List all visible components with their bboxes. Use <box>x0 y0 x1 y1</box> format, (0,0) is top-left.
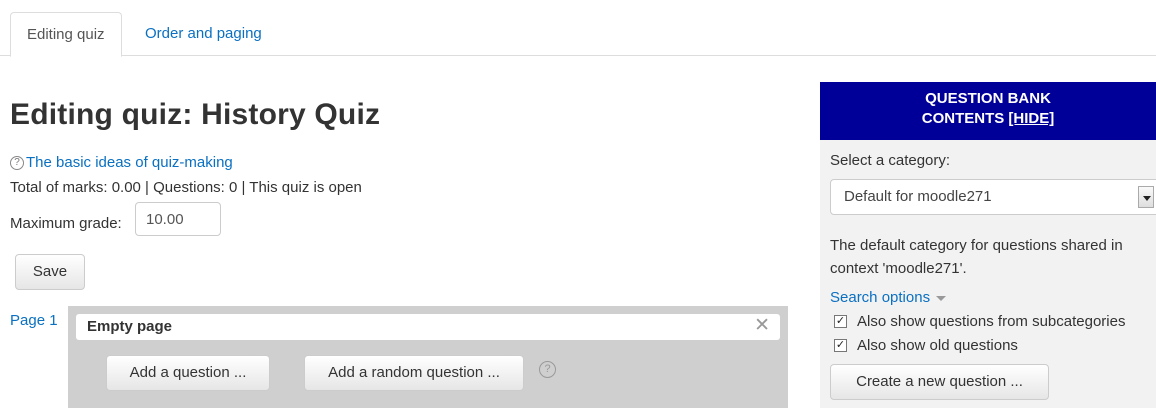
question-bank-title-line2: CONTENTS [HIDE] <box>820 109 1156 129</box>
help-icon[interactable]: ? <box>10 155 24 170</box>
create-new-question-button[interactable]: Create a new question ... <box>830 364 1049 400</box>
search-options-label: Search options <box>830 289 931 306</box>
tab-order-and-paging[interactable]: Order and paging <box>129 12 278 57</box>
help-icon[interactable]: ? <box>539 361 556 378</box>
help-link[interactable]: The basic ideas of quiz-making <box>26 154 233 171</box>
tab-bar: Editing quiz Order and paging <box>0 0 1156 57</box>
category-select-value: Default for moodle271 <box>844 188 992 205</box>
caret-down-icon <box>936 295 947 301</box>
question-bank-title-line1: QUESTION BANK <box>925 90 1051 107</box>
tab-editing-quiz[interactable]: Editing quiz <box>10 12 122 57</box>
page-title: Editing quiz: History Quiz <box>10 98 381 131</box>
page-section: Empty page ✕ Add a question ... Add a ra… <box>68 306 788 408</box>
help-link-row: ? The basic ideas of quiz-making <box>10 154 233 171</box>
checkbox-checked-icon[interactable]: ✓ <box>834 315 847 328</box>
quiz-info: Total of marks: 0.00 | Questions: 0 | Th… <box>10 179 362 196</box>
checkbox-checked-icon[interactable]: ✓ <box>834 339 847 352</box>
question-bank-panel: QUESTION BANK CONTENTS [HIDE] Select a c… <box>820 82 1156 408</box>
hide-link[interactable]: [HIDE] <box>1008 110 1054 127</box>
page-1-link[interactable]: Page 1 <box>10 312 58 329</box>
category-select[interactable]: Default for moodle271 <box>830 179 1156 215</box>
section-heading-label[interactable]: Empty page <box>87 318 172 335</box>
save-button[interactable]: Save <box>15 254 85 290</box>
close-icon[interactable]: ✕ <box>754 315 770 337</box>
max-grade-input[interactable] <box>135 202 221 236</box>
section-heading: Empty page ✕ <box>76 314 780 340</box>
show-old-questions-label: Also show old questions <box>857 337 1018 354</box>
show-old-questions-option[interactable]: ✓ Also show old questions <box>834 337 1018 354</box>
question-bank-title-contents: CONTENTS <box>921 110 1005 127</box>
show-subcategories-label: Also show questions from subcategories <box>857 313 1126 330</box>
category-select-label: Select a category: <box>830 152 951 169</box>
search-options-link[interactable]: Search options <box>830 289 947 306</box>
question-bank-header: QUESTION BANK CONTENTS [HIDE] <box>820 82 1156 140</box>
add-question-button[interactable]: Add a question ... <box>106 355 270 391</box>
max-grade-label: Maximum grade: <box>10 215 122 232</box>
show-subcategories-option[interactable]: ✓ Also show questions from subcategories <box>834 313 1125 330</box>
add-random-question-button[interactable]: Add a random question ... <box>304 355 524 391</box>
category-description: The default category for questions share… <box>830 237 1123 277</box>
dropdown-arrow-icon[interactable] <box>1138 186 1154 208</box>
